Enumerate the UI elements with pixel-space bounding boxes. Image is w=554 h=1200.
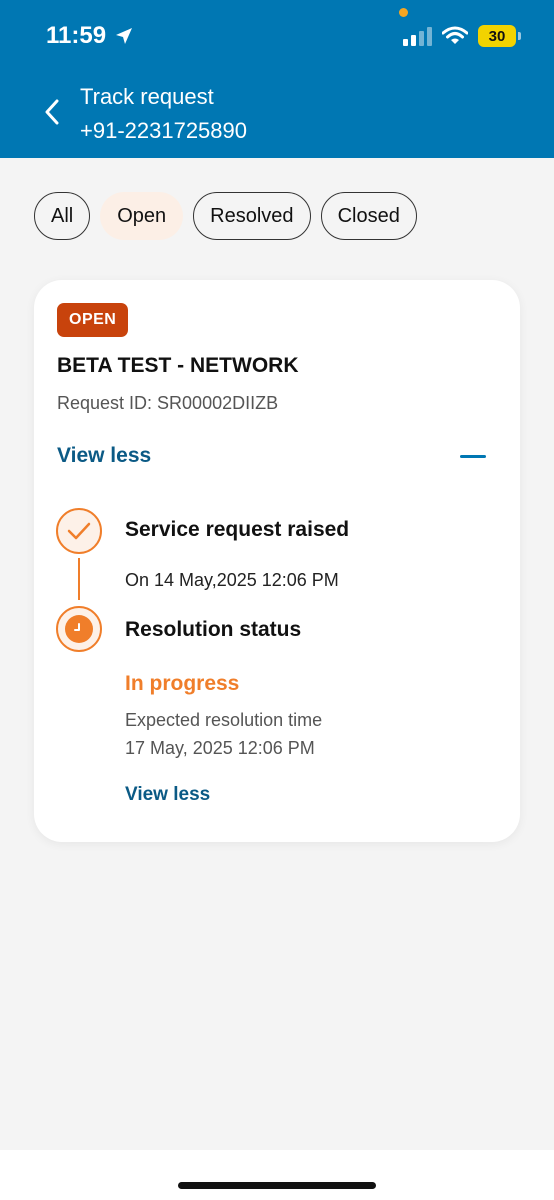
page-title: Track request bbox=[80, 84, 214, 109]
time-text: 11:59 bbox=[46, 22, 107, 49]
timeline-connector bbox=[78, 558, 80, 600]
request-id: Request ID: SR00002DIIZB bbox=[57, 393, 279, 413]
battery-icon: 30 bbox=[478, 25, 521, 47]
step-resolution-title: Resolution status bbox=[125, 618, 302, 641]
step-raised-title: Service request raised bbox=[125, 518, 350, 541]
clock-icon bbox=[65, 615, 93, 643]
battery-level: 30 bbox=[488, 27, 506, 45]
privacy-indicator-dot bbox=[399, 8, 408, 17]
expected-resolution-time: 17 May, 2025 12:06 PM bbox=[125, 738, 315, 758]
app-header: 11:59 30 Track request +91-2231725890 bbox=[0, 0, 554, 158]
filter-chip-resolved[interactable]: Resolved bbox=[193, 192, 311, 240]
location-arrow-icon bbox=[116, 28, 133, 44]
wifi-icon bbox=[442, 26, 468, 44]
expected-resolution-label: Expected resolution time bbox=[125, 710, 323, 730]
resolution-status-text: In progress bbox=[125, 672, 240, 695]
step-raised-date: On 14 May,2025 12:06 PM bbox=[125, 570, 339, 590]
status-bar-time: 11:59 bbox=[46, 22, 134, 50]
status-bar-icons: 30 bbox=[403, 25, 521, 47]
filter-chip-open[interactable]: Open bbox=[100, 192, 184, 240]
status-badge: OPEN bbox=[57, 303, 129, 337]
home-indicator[interactable] bbox=[178, 1182, 376, 1189]
filter-chip-closed[interactable]: Closed bbox=[320, 192, 417, 240]
check-icon bbox=[67, 522, 91, 540]
filter-chip-all[interactable]: All bbox=[34, 192, 91, 240]
request-title: BETA TEST - NETWORK bbox=[57, 354, 299, 377]
filter-chips: All Open Resolved Closed bbox=[34, 192, 417, 240]
request-card: OPEN BETA TEST - NETWORK Request ID: SR0… bbox=[34, 280, 520, 842]
view-less-toggle[interactable]: View less bbox=[57, 444, 151, 468]
home-indicator-area bbox=[0, 1150, 554, 1200]
step-resolution-indicator bbox=[56, 606, 102, 652]
signal-icon bbox=[403, 26, 432, 46]
chevron-left-icon bbox=[45, 99, 59, 125]
minus-icon[interactable] bbox=[460, 455, 486, 458]
phone-number: +91-2231725890 bbox=[80, 118, 247, 143]
view-less-link[interactable]: View less bbox=[125, 784, 210, 806]
back-button[interactable] bbox=[40, 98, 64, 126]
step-raised-indicator bbox=[56, 508, 102, 554]
